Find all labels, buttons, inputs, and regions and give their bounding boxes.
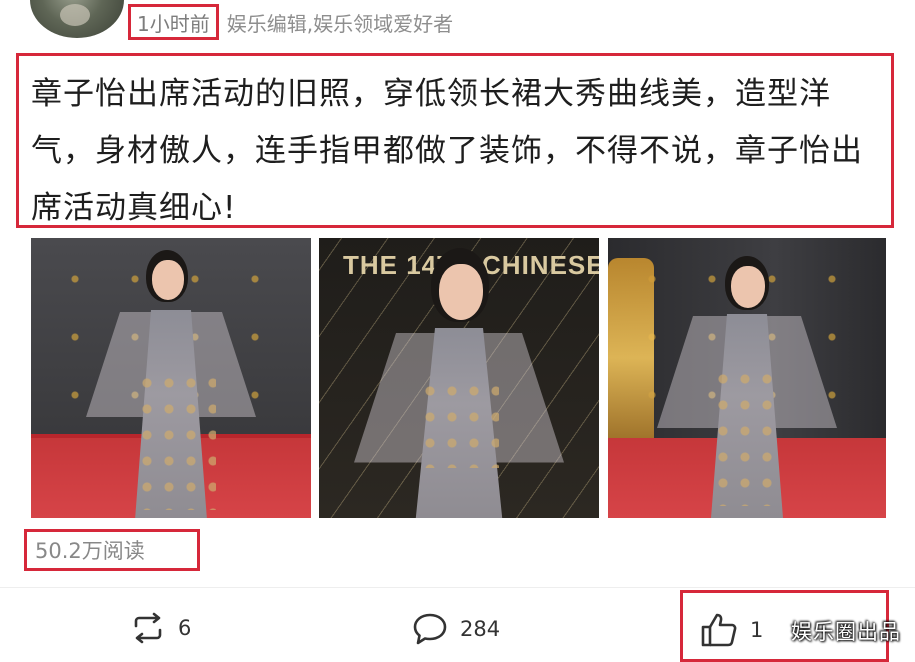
post-meta: 1小时前 娱乐编辑,娱乐领域爱好者 [128,4,453,40]
like-count: 1 [750,618,764,642]
action-bar: 6 284 1 [0,590,915,662]
comment-count: 284 [460,617,501,641]
watermark-text: 娱乐圈出品 [791,620,901,644]
comment-button[interactable]: 284 [412,612,500,646]
post-body-text: 章子怡出席活动的旧照，穿低领长裙大秀曲线美，造型洋气，身材傲人，连手指甲都做了装… [16,53,894,228]
post-time: 1小时前 [128,4,219,40]
repost-count: 6 [178,616,192,640]
author-avatar[interactable] [30,0,124,38]
repost-icon [134,612,162,644]
photo-red-carpet-left[interactable] [31,238,311,518]
photo-signature-wall[interactable]: THE 14TH CHINESE [319,238,599,518]
repost-button[interactable]: 6 [130,612,191,644]
photo-red-carpet-right[interactable] [608,238,886,518]
thumbs-up-icon [701,613,737,647]
read-count: 50.2万阅读 [24,529,200,571]
like-button[interactable]: 1 [700,612,763,648]
divider [0,587,915,588]
comment-icon [413,613,447,645]
author-description[interactable]: 娱乐编辑,娱乐领域爱好者 [227,8,453,37]
